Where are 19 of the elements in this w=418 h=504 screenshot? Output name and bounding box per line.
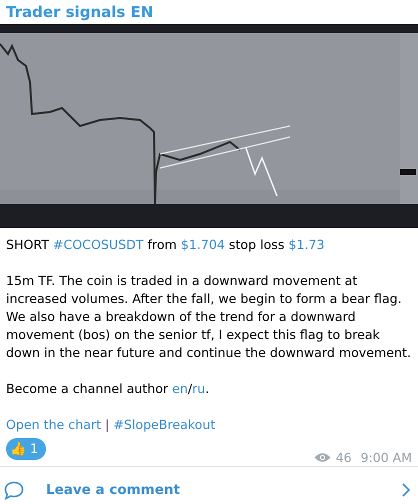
message-time: 9:00 AM: [360, 450, 412, 465]
link[interactable]: $1.73: [288, 237, 324, 252]
link[interactable]: #COCOSUSDT: [52, 237, 144, 252]
message-text: 15m TF. The coin is traded in a downward movement at increased volumes. After the fall, we begin to form a bear flag. We also have a breakdown of the trend for a downward movement (bos) on the senior tf, I expect this flag to break down in the near future and continue the downward movement.: [6, 272, 412, 362]
eye-icon: [314, 452, 331, 463]
chevron-right-icon[interactable]: [402, 483, 410, 497]
message-text: Become a channel author en/ru.: [6, 380, 210, 398]
message-text: Open the chart | #SlopeBreakout: [6, 416, 216, 434]
comment-icon: [4, 480, 24, 500]
reaction-button[interactable]: 👍 1: [6, 438, 46, 460]
link[interactable]: ru: [192, 381, 206, 396]
link[interactable]: Open the chart: [6, 417, 102, 432]
link[interactable]: #SlopeBreakout: [113, 417, 216, 432]
link[interactable]: $1.704: [180, 237, 225, 252]
leave-comment-link[interactable]: Leave a comment: [46, 482, 402, 498]
view-count: 46: [336, 450, 352, 465]
channel-title[interactable]: Trader signals EN: [0, 0, 418, 24]
message-text: SHORT #COCOSUSDT from $1.704 stop loss $1.73: [6, 236, 326, 254]
link[interactable]: en: [172, 381, 188, 396]
